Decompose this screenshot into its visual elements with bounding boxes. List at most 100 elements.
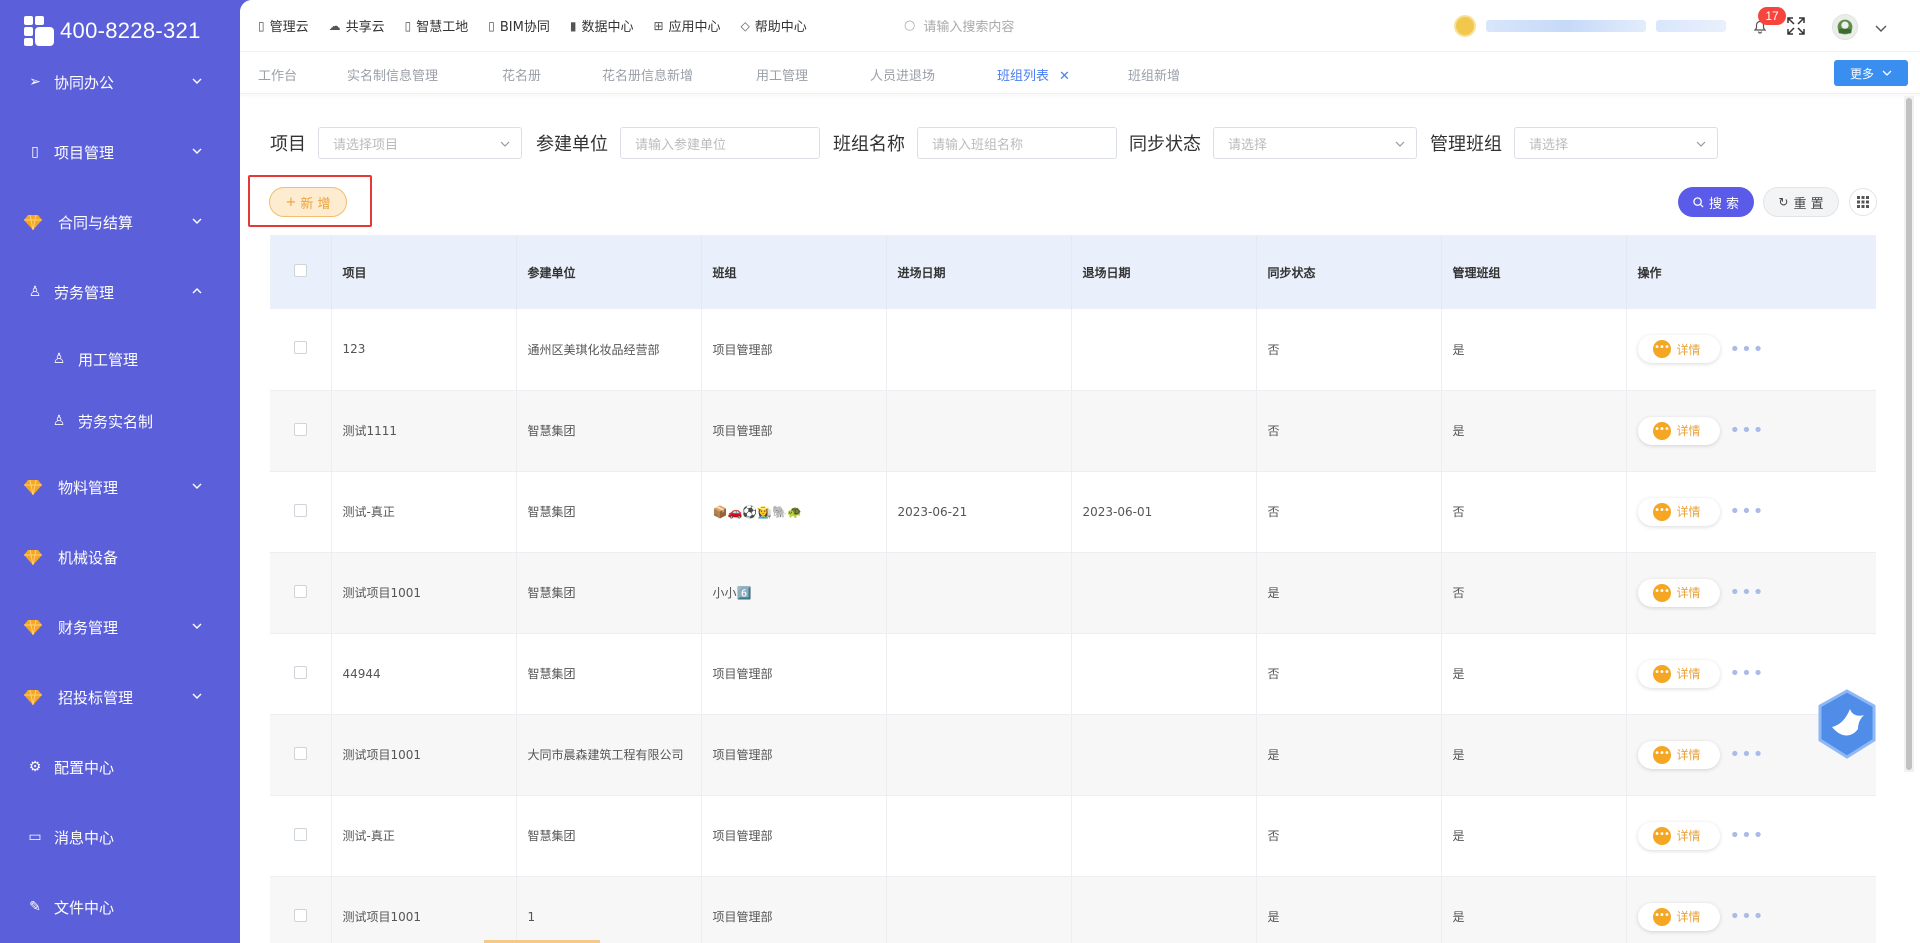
more-actions-icon[interactable]: ••• [1730, 501, 1765, 522]
row-checkbox[interactable] [293, 584, 307, 598]
bird-icon [1818, 689, 1876, 759]
sidebar-item-label: 劳务实名制 [78, 412, 154, 431]
scrollbar[interactable] [1904, 96, 1914, 772]
tab-team-list[interactable]: 班组列表 ✕ [997, 65, 1070, 84]
table-row: 44944 智慧集团 项目管理部 否是 ••• 详情 ••• [270, 633, 1876, 715]
more-actions-icon[interactable]: ••• [1730, 825, 1765, 846]
send-icon: ➢ [29, 74, 41, 90]
more-button[interactable]: 更多 [1834, 60, 1908, 86]
table-cell-sync: 否 [1256, 309, 1442, 391]
row-select-cell [270, 552, 332, 634]
detail-button[interactable]: ••• 详情 [1637, 416, 1720, 445]
notification-badge: 17 [1758, 7, 1786, 25]
select-all-checkbox[interactable] [293, 264, 307, 277]
column-header: 进场日期 [886, 235, 1072, 309]
topnav-label: 数据中心 [581, 20, 634, 35]
more-circle-icon: ••• [1652, 745, 1671, 764]
tab-roster-add[interactable]: 花名册信息新增 [602, 65, 693, 84]
detail-button[interactable]: ••• 详情 [1637, 821, 1720, 850]
sidebar-item-labor[interactable]: ♙ 劳务管理 [0, 272, 240, 312]
topnav-item-data-center[interactable]: ▮ 数据中心 [570, 16, 634, 36]
search-button[interactable]: 搜 索 [1678, 187, 1754, 217]
sidebar-item-material[interactable]: 物料管理 [0, 467, 240, 507]
row-checkbox[interactable] [293, 503, 307, 517]
detail-button[interactable]: ••• 详情 [1637, 659, 1720, 688]
sidebar-item-message[interactable]: ▭ 消息中心 [0, 817, 240, 857]
team-name-input[interactable]: 请输入班组名称 [917, 127, 1117, 159]
column-settings-button[interactable] [1849, 188, 1877, 216]
row-checkbox[interactable] [293, 827, 307, 841]
fullscreen-icon[interactable] [1786, 16, 1806, 36]
row-checkbox[interactable] [293, 422, 307, 436]
sidebar-item-label: 消息中心 [54, 828, 115, 847]
sidebar-item-bidding[interactable]: 招投标管理 [0, 677, 240, 717]
more-circle-icon: ••• [1652, 907, 1671, 926]
topnav-item-smart-site[interactable]: ▯ 智慧工地 [405, 16, 469, 36]
more-actions-icon[interactable]: ••• [1730, 663, 1765, 684]
global-search-placeholder: 请输入搜索内容 [923, 20, 1015, 35]
tab-team-add[interactable]: 班组新增 [1128, 65, 1180, 84]
grid-icon [1857, 196, 1869, 208]
sidebar-item-config[interactable]: ⚙ 配置中心 [0, 747, 240, 787]
more-actions-icon[interactable]: ••• [1730, 744, 1765, 765]
topnav-label: 共享云 [345, 20, 385, 35]
global-search[interactable]: ○ 请输入搜索内容 [904, 16, 1014, 35]
sidebar-item-machinery[interactable]: 机械设备 [0, 537, 240, 577]
topnav-item-bim[interactable]: ▯ BIM协同 [488, 16, 550, 36]
more-button-label: 更多 [1849, 66, 1874, 81]
project-select[interactable]: 请选择项目 [318, 127, 522, 159]
sidebar-item-employment[interactable]: ♙ 用工管理 [0, 339, 240, 379]
topnav-item-app-center[interactable]: ⊞ 应用中心 [653, 16, 720, 36]
detail-button-label: 详情 [1676, 505, 1701, 519]
topnav-item-manage-cloud[interactable]: ▯ 管理云 [258, 16, 309, 36]
sidebar-item-contract[interactable]: 合同与结算 [0, 202, 240, 242]
avatar[interactable] [1832, 14, 1858, 40]
tab-personnel-inout[interactable]: 人员进退场 [870, 65, 935, 84]
sync-status-select[interactable]: 请选择 [1213, 127, 1417, 159]
sidebar-item-finance[interactable]: 财务管理 [0, 607, 240, 647]
table-cell-team: 📦🚗⚽👩‍🌾🐘🐢 [701, 471, 887, 553]
top-nav: ▯ 管理云 ☁ 共享云 ▯ 智慧工地 ▯ BIM协同 ▮ 数据中心 ⊞ 应用中心 ◇ 帮助中心 [258, 16, 807, 36]
manage-team-select[interactable]: 请选择 [1514, 127, 1718, 159]
more-actions-icon[interactable]: ••• [1730, 906, 1765, 927]
more-actions-icon[interactable]: ••• [1730, 420, 1765, 441]
manage-team-placeholder: 请选择 [1529, 137, 1569, 153]
table-cell-sync: 否 [1256, 390, 1442, 472]
detail-button[interactable]: ••• 详情 [1637, 740, 1720, 769]
sidebar-item-label: 协同办公 [54, 73, 115, 92]
table-cell-unit: 智慧集团 [516, 795, 702, 877]
detail-button[interactable]: ••• 详情 [1637, 578, 1720, 607]
tab-roster[interactable]: 花名册 [502, 65, 541, 84]
sidebar-item-realname[interactable]: ♙ 劳务实名制 [0, 401, 240, 441]
close-icon[interactable]: ✕ [1059, 69, 1070, 84]
tab-realname-info[interactable]: 实名制信息管理 [347, 65, 438, 84]
team-name-input-placeholder: 请输入班组名称 [932, 137, 1024, 153]
sidebar-item-file[interactable]: ✎ 文件中心 [0, 887, 240, 927]
more-circle-icon: ••• [1652, 502, 1671, 521]
tab-employment[interactable]: 用工管理 [756, 65, 808, 84]
row-checkbox[interactable] [293, 341, 307, 355]
more-actions-icon[interactable]: ••• [1730, 339, 1765, 360]
row-checkbox[interactable] [293, 908, 307, 922]
row-checkbox[interactable] [293, 665, 307, 679]
detail-button[interactable]: ••• 详情 [1637, 902, 1720, 931]
sidebar-item-project[interactable]: ▯ 项目管理 [0, 132, 240, 172]
actions-cell: ••• 详情 ••• [1626, 876, 1876, 943]
unit-input[interactable]: 请输入参建单位 [620, 127, 820, 159]
tab-workbench[interactable]: 工作台 [258, 65, 297, 84]
reset-button[interactable]: ↻ 重 置 [1763, 187, 1839, 217]
topnav-item-help-center[interactable]: ◇ 帮助中心 [741, 16, 807, 36]
floating-assistant-button[interactable] [1816, 689, 1878, 759]
detail-button[interactable]: ••• 详情 [1637, 335, 1720, 364]
detail-button[interactable]: ••• 详情 [1637, 497, 1720, 526]
table-cell-exit [1071, 552, 1257, 634]
topnav-item-share-cloud[interactable]: ☁ 共享云 [329, 16, 385, 36]
scrollbar-thumb[interactable] [1906, 98, 1912, 770]
row-checkbox[interactable] [293, 746, 307, 760]
sidebar-item-collab[interactable]: ➢ 协同办公 [0, 62, 240, 102]
book-icon: ▯ [488, 18, 495, 33]
add-button[interactable]: + 新 增 [269, 187, 347, 217]
chevron-down-icon[interactable] [1874, 20, 1888, 34]
column-header: 退场日期 [1071, 235, 1257, 309]
more-actions-icon[interactable]: ••• [1730, 582, 1765, 603]
